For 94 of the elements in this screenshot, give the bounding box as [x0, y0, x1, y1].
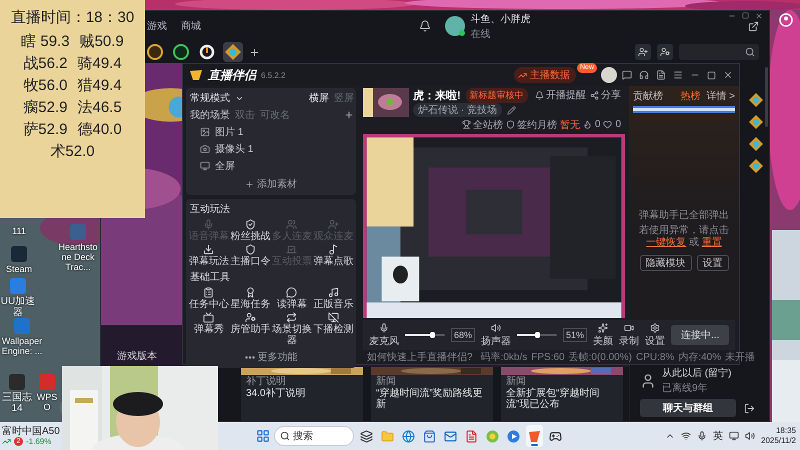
chart-icon [2, 437, 11, 446]
note-text: 瞎 59.3 [21, 32, 70, 51]
friend-status: 已离线9年 [662, 382, 709, 395]
maximize-icon[interactable] [742, 12, 749, 19]
clock[interactable]: 18:35 2025/11/2 [761, 426, 796, 446]
restore-link[interactable]: 一键恢复 [646, 237, 686, 248]
note-title: 直播时间：18：30 [10, 8, 134, 27]
wifi-icon[interactable] [681, 431, 691, 441]
nav-tab[interactable]: 游戏 [147, 19, 167, 33]
news-tag: 新闻 [501, 375, 623, 388]
bell-icon[interactable] [418, 20, 430, 32]
panel-button[interactable]: 隐藏模块 [640, 255, 692, 271]
user-gear-icon [660, 47, 670, 57]
app-icon [507, 430, 520, 442]
gem-icon [225, 44, 241, 60]
note-text: 战56.2 [23, 54, 68, 73]
game-tab[interactable] [197, 42, 217, 62]
chat-tab[interactable]: 贡献榜 [633, 89, 663, 103]
mic-icon[interactable] [697, 431, 707, 441]
external-link-icon[interactable] [748, 20, 759, 32]
connect-button[interactable]: 连接中... [671, 325, 730, 345]
status-dot [458, 30, 464, 36]
news-title: 34.0补丁说明 [245, 388, 306, 399]
user-name: 斗鱼、小胖虎 [470, 12, 530, 26]
note-text: 骑49.4 [78, 54, 122, 73]
news-title: 全新扩展包“穿越时间流”现已公布 [505, 388, 600, 410]
note-text: 瘸52.9 [23, 98, 68, 117]
close-icon[interactable] [723, 70, 733, 80]
widget-title: 富时中国A50 [2, 426, 60, 437]
user-plus-icon [638, 47, 648, 57]
search-icon [280, 431, 290, 441]
news-tag: 新闻 [371, 375, 493, 388]
exit-icon[interactable] [744, 402, 755, 414]
document-icon [465, 430, 478, 442]
friend-name: 从此以后 (留宁) [662, 366, 732, 380]
panel-button[interactable]: 设置 [696, 255, 728, 271]
maximize-icon[interactable] [707, 70, 716, 80]
add-friend-button[interactable] [635, 44, 651, 60]
note-text: 术52.0 [50, 142, 95, 161]
search-icon [745, 47, 755, 57]
control-button[interactable]: 设置 [645, 322, 666, 348]
badge-icon [173, 44, 189, 60]
news-title: “穿越时间流”奖励路线更新 [375, 388, 484, 410]
add-icon[interactable] [249, 46, 260, 58]
task-view-icon [360, 430, 373, 442]
friend-settings-button[interactable] [657, 44, 673, 60]
gem-icon [749, 93, 763, 107]
reset-link[interactable]: 重置 [702, 237, 722, 248]
stock-change: -1.69% [26, 437, 52, 446]
gem-icon [749, 115, 763, 129]
news-card[interactable]: 新闻 全新扩展包“穿越时间流”现已公布 [501, 367, 623, 421]
notice-text: 弹幕助手已全部弹出 [639, 210, 729, 222]
note-text: 萨52.9 [23, 120, 68, 139]
user-status: 在线 [470, 28, 492, 40]
status-text: 未开播 [725, 350, 756, 364]
note-text: 贼50.9 [80, 32, 124, 51]
note-text: 牧56.0 [23, 76, 68, 95]
search-field[interactable] [679, 44, 759, 60]
status-text: 内存:40% [678, 350, 722, 364]
chat-tab[interactable]: 热榜 [680, 89, 700, 103]
close-icon[interactable] [755, 12, 763, 20]
document-icon[interactable] [656, 70, 666, 80]
badge-icon [147, 44, 163, 60]
search-field[interactable]: 搜索 [274, 426, 354, 446]
start-icon[interactable] [256, 429, 270, 443]
globe-icon [402, 430, 415, 442]
folder-icon [381, 430, 394, 442]
app-icon [486, 430, 499, 442]
notice-text: 若使用异常，请点击 一键恢复 或 重置 [638, 225, 730, 249]
news-card[interactable]: 补丁说明 34.0补丁说明 [241, 367, 363, 421]
news-tag: 补丁说明 [241, 375, 363, 388]
details-link[interactable]: 详情 > [706, 89, 735, 103]
settings-icon [650, 322, 660, 332]
gem-icon [749, 159, 763, 173]
game-tab[interactable] [223, 42, 243, 62]
game-tab[interactable] [171, 42, 191, 62]
volume-icon[interactable] [745, 431, 755, 441]
headphones-icon[interactable] [639, 70, 649, 80]
gamepad-icon [549, 430, 562, 442]
game-tab[interactable] [145, 42, 165, 62]
nav-tab[interactable]: 商城 [181, 19, 201, 33]
news-card[interactable]: 新闻 “穿越时间流”奖励路线更新 [371, 367, 493, 421]
menu-icon[interactable] [673, 70, 683, 80]
chat-button[interactable]: 聊天与群组 [640, 399, 736, 417]
user-circle-icon[interactable] [779, 13, 793, 27]
app-logo-icon [528, 430, 541, 442]
monitor-icon[interactable] [729, 431, 739, 441]
ring-icon [199, 44, 215, 60]
status-text: CPU:8% [636, 352, 674, 362]
gem-icon [749, 137, 763, 151]
user-icon [640, 372, 656, 388]
mail-icon [444, 430, 457, 442]
bag-icon [423, 430, 436, 442]
input-method[interactable]: 英 [713, 429, 723, 443]
